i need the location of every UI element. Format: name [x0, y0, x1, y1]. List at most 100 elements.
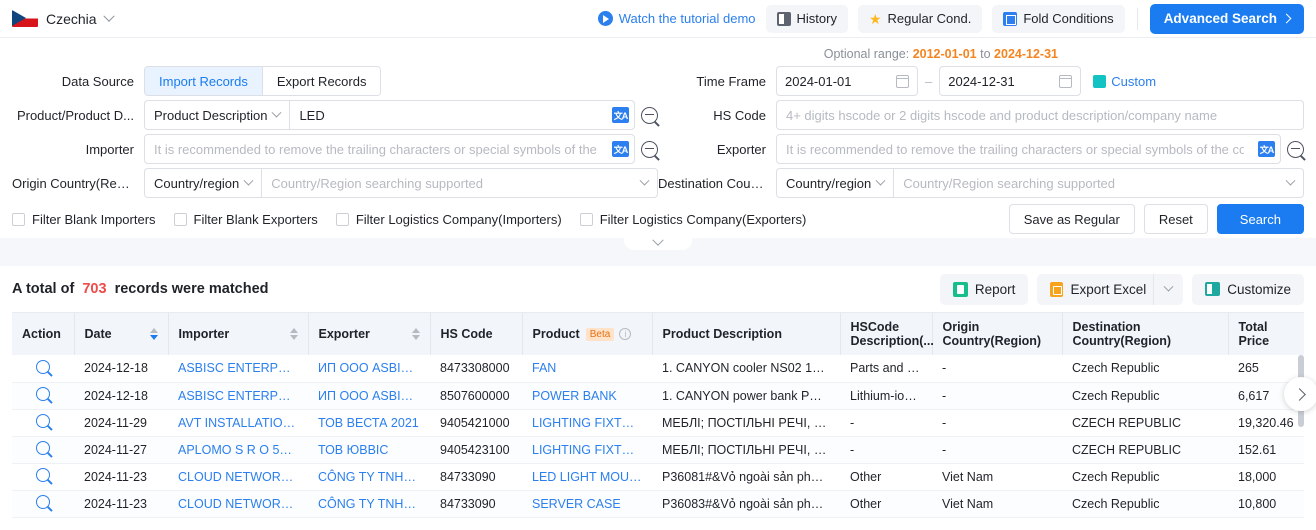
- cell-importer[interactable]: APLOMO S R O 54401...: [168, 436, 308, 464]
- table-row[interactable]: 2024-12-18 ASBISC ENTERPRISE... ИП ООО ASB…: [12, 355, 1304, 383]
- cell-product[interactable]: LED LIGHT MOUNTE...: [522, 463, 652, 491]
- total-prefix: A total of: [12, 281, 75, 297]
- scroll-right-button[interactable]: [1284, 377, 1316, 411]
- cell-exporter[interactable]: CÔNG TY TNHH CÔ...: [308, 463, 430, 491]
- checkbox-filter-logistics-exporters[interactable]: Filter Logistics Company(Exporters): [579, 212, 806, 227]
- cell-product[interactable]: SERVER CASE: [522, 490, 652, 518]
- sort-icon[interactable]: [289, 328, 298, 340]
- cell-exporter[interactable]: ИП ООО ASBIS CA: [308, 382, 430, 410]
- checkbox-icon: [173, 212, 187, 226]
- chevron-down-icon: [652, 234, 664, 246]
- row-search-icon[interactable]: [36, 441, 50, 455]
- search-button[interactable]: Search: [1216, 204, 1304, 234]
- table-row[interactable]: 2024-12-18 ASBISC ENTERPRISE... ИП ООО ASB…: [12, 382, 1304, 410]
- cell-action: [12, 409, 74, 437]
- cell-importer[interactable]: ASBISC ENTERPRISE...: [168, 355, 308, 383]
- product-type-select[interactable]: Product Description: [145, 101, 291, 129]
- time-to-field[interactable]: 2024-12-31: [939, 66, 1082, 96]
- cell-product[interactable]: POWER BANK: [522, 382, 652, 410]
- column-label: Product Description: [662, 327, 782, 341]
- save-as-regular-button[interactable]: Save as Regular: [1008, 204, 1135, 234]
- column-header-exporter[interactable]: Exporter: [308, 313, 431, 355]
- origin-country-type-select[interactable]: Country/region: [145, 169, 263, 197]
- product-input[interactable]: [290, 101, 607, 129]
- export-excel-dropdown[interactable]: [1153, 273, 1183, 305]
- watch-tutorial-demo-link[interactable]: Watch the tutorial demo: [597, 11, 756, 26]
- cell-exporter[interactable]: ТОВ ВЕСТА 2021: [308, 409, 430, 437]
- cell-importer[interactable]: CLOUD NETWORK TE...: [168, 490, 308, 518]
- cell-importer[interactable]: ASBISC ENTERPRISE...: [168, 382, 308, 410]
- row-search-icon[interactable]: [36, 359, 50, 374]
- cell-exporter[interactable]: ИП ООО ASBIS CA: [308, 355, 430, 383]
- cell-importer[interactable]: CLOUD NETWORK TE...: [168, 463, 308, 491]
- custom-range-button[interactable]: Custom: [1093, 74, 1156, 89]
- reset-button[interactable]: Reset: [1143, 204, 1208, 234]
- customize-icon: [1205, 282, 1221, 296]
- column-header-product: Product Beta i: [522, 313, 653, 355]
- checkbox-label: Filter Blank Importers: [32, 211, 156, 227]
- time-to-value: 2024-12-31: [948, 73, 1015, 89]
- info-icon[interactable]: i: [619, 328, 632, 340]
- history-button[interactable]: History: [765, 4, 848, 33]
- destination-country-type-select[interactable]: Country/region: [777, 169, 895, 197]
- row-search-icon[interactable]: [36, 414, 50, 428]
- sort-icon[interactable]: [411, 328, 420, 340]
- cell-product[interactable]: FAN: [522, 355, 652, 383]
- regular-cond-button[interactable]: ★ Regular Cond.: [857, 4, 983, 33]
- table-row[interactable]: 2024-11-27 APLOMO S R O 54401... ТОВ ЮВВІС…: [12, 436, 1304, 464]
- cell-product[interactable]: LIGHTING FIXTURE: [522, 409, 652, 437]
- table-row[interactable]: 2024-11-23 CLOUD NETWORK TE... CÔNG TY TNH…: [12, 490, 1304, 518]
- results-toolbar: A total of 703 records were matched Repo…: [12, 266, 1304, 312]
- cell-exporter[interactable]: CÔNG TY TNHH CÔ...: [308, 490, 430, 518]
- report-button[interactable]: Report: [939, 273, 1029, 305]
- translate-icon[interactable]: 文A: [612, 141, 629, 157]
- checkbox-label: Filter Logistics Company(Importers): [355, 211, 562, 227]
- time-from-field[interactable]: 2024-01-01: [776, 66, 918, 96]
- export-excel-button[interactable]: Export Excel: [1037, 273, 1184, 305]
- beta-badge: Beta: [585, 327, 615, 341]
- table-row[interactable]: 2024-11-23 CLOUD NETWORK TE... CÔNG TY TNH…: [12, 463, 1304, 491]
- tab-import-records[interactable]: Import Records: [145, 67, 263, 95]
- translate-icon[interactable]: 文A: [1258, 141, 1275, 157]
- exclude-search-icon[interactable]: [641, 106, 658, 124]
- country-selector[interactable]: Czechia: [12, 10, 115, 27]
- column-header-importer[interactable]: Importer: [168, 313, 309, 355]
- cell-origin-country: -: [932, 382, 1062, 410]
- cell-exporter[interactable]: ТОВ ЮВВІС: [308, 436, 430, 464]
- table-row[interactable]: 2024-11-29 AVT INSTALLATION S... ТОВ ВЕСТА…: [12, 409, 1304, 437]
- tab-export-records[interactable]: Export Records: [262, 67, 381, 95]
- cell-importer[interactable]: AVT INSTALLATION S...: [168, 409, 308, 437]
- fold-conditions-button[interactable]: Fold Conditions: [992, 4, 1125, 33]
- sort-icon[interactable]: [149, 328, 158, 340]
- column-header-hscode-description: HSCode Description(...: [840, 313, 934, 355]
- cell-product[interactable]: LIGHTING FIXTURE: [522, 436, 652, 464]
- cell-product-description: P36083#&Vỏ ngoài sản phẩm c...: [652, 490, 840, 518]
- origin-country-input[interactable]: [262, 169, 641, 197]
- row-search-icon[interactable]: [36, 495, 50, 509]
- destination-country-input[interactable]: [894, 169, 1287, 197]
- exporter-label: Exporter: [716, 141, 766, 157]
- cell-hscode-description: -: [840, 436, 932, 464]
- importer-input[interactable]: [145, 135, 607, 163]
- column-label: Origin Country(Region): [942, 320, 1042, 348]
- row-search-icon[interactable]: [36, 468, 50, 482]
- column-label: Action: [22, 327, 61, 341]
- translate-icon[interactable]: 文A: [612, 107, 629, 123]
- search-panel: Optional range: 2012-01-01 to 2024-12-31…: [0, 38, 1316, 238]
- checkbox-filter-logistics-importers[interactable]: Filter Logistics Company(Importers): [335, 211, 562, 227]
- row-search-icon[interactable]: [36, 387, 50, 401]
- exclude-search-icon[interactable]: [1287, 140, 1304, 158]
- collapse-panel-button[interactable]: [624, 230, 692, 250]
- checkbox-filter-blank-exporters[interactable]: Filter Blank Exporters: [173, 212, 318, 227]
- regular-cond-label: Regular Cond.: [887, 11, 972, 26]
- checkbox-filter-blank-importers[interactable]: Filter Blank Importers: [12, 212, 156, 227]
- column-label: Importer: [178, 327, 230, 341]
- customize-button[interactable]: Customize: [1192, 273, 1304, 305]
- results-table-wrapper: Action Date Importer Exporter HS Code Pr…: [12, 312, 1316, 518]
- hs-code-input[interactable]: [777, 101, 1303, 129]
- column-header-date[interactable]: Date: [74, 313, 169, 355]
- checkbox-icon: [579, 212, 593, 226]
- advanced-search-button[interactable]: Advanced Search: [1149, 3, 1304, 34]
- exporter-input[interactable]: [777, 135, 1253, 163]
- exclude-search-icon[interactable]: [641, 140, 658, 158]
